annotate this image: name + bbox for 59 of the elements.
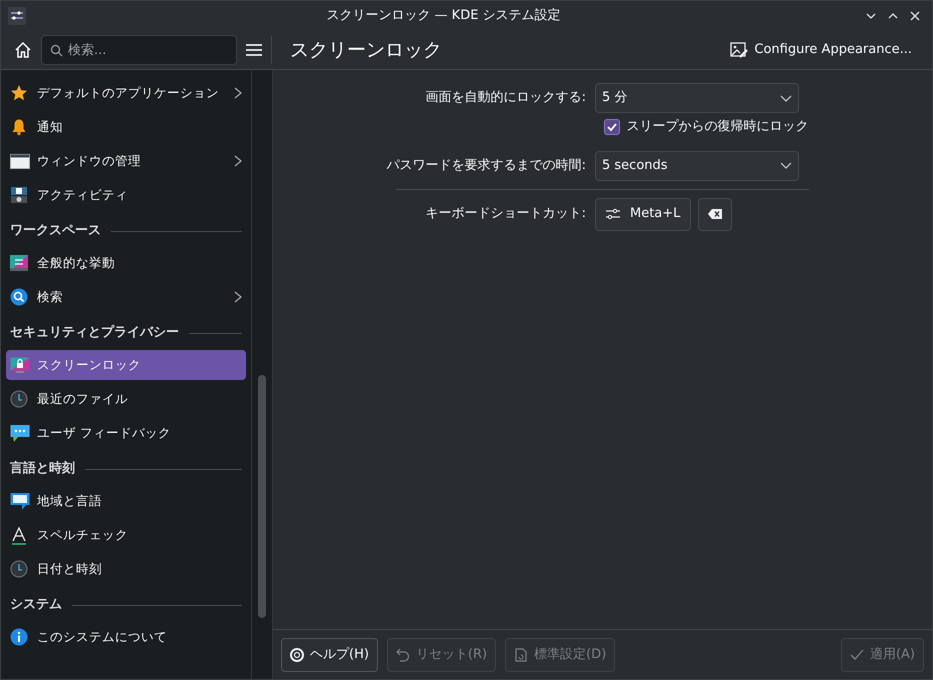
section-header: セキュリティとプライバシー	[10, 324, 179, 342]
home-icon[interactable]	[13, 40, 33, 60]
chevron-down-icon	[780, 94, 792, 102]
chevron-right-icon	[234, 291, 242, 303]
sidebar-item[interactable]: 通知	[6, 112, 246, 142]
sidebar-item[interactable]: アクティビティ	[6, 180, 246, 210]
chat-icon	[10, 424, 30, 442]
section-header: 言語と時刻	[10, 460, 75, 478]
page-title: スクリーンロック	[289, 38, 443, 63]
lock-after-wake-checkbox[interactable]: スリープからの復帰時にロック	[604, 117, 808, 136]
search-field[interactable]: 検索...	[41, 35, 237, 65]
check-icon	[607, 122, 617, 132]
configure-appearance-button[interactable]: Configure Appearance...	[724, 39, 918, 61]
section-header: ワークスペース	[10, 222, 101, 240]
sliders-icon	[10, 254, 30, 272]
sidebar-item[interactable]: 日付と時刻	[6, 554, 246, 584]
image-edit-icon	[730, 41, 748, 59]
field-label: パスワードを要求するまでの時間:	[386, 156, 587, 175]
sidebar-item[interactable]: スクリーンロック	[6, 350, 246, 380]
shortcut-button[interactable]: Meta+L	[595, 198, 692, 230]
clock-icon	[10, 390, 30, 408]
app-icon	[7, 6, 27, 26]
sidebar-item[interactable]: スペルチェック	[6, 520, 246, 550]
monitor-lock-icon	[10, 356, 30, 374]
search-icon	[50, 44, 63, 57]
sidebar-item[interactable]: ユーザ フィードバック	[6, 418, 246, 448]
sliders-icon	[606, 208, 620, 220]
window-icon	[10, 152, 30, 170]
sidebar-item[interactable]: 地域と言語	[6, 486, 246, 516]
speech-bubble-icon	[10, 492, 30, 510]
help-button[interactable]: ヘルプ(H)	[281, 638, 378, 672]
window-title: スクリーンロック — KDE システム設定	[325, 7, 562, 26]
undo-icon	[396, 648, 410, 662]
activity-icon	[10, 186, 30, 204]
clear-shortcut-button[interactable]	[698, 198, 732, 230]
field-label: キーボードショートカット:	[424, 205, 587, 224]
dropdown[interactable]: 5 seconds	[595, 150, 799, 180]
dropdown[interactable]: 5 分	[595, 83, 799, 113]
check-icon	[850, 648, 864, 662]
clock-icon	[10, 560, 30, 578]
section-header: システム	[10, 596, 62, 614]
sidebar-item[interactable]: 検索	[6, 282, 246, 312]
menu-icon[interactable]	[245, 43, 263, 57]
lifebuoy-icon	[290, 648, 304, 662]
chevron-right-icon	[234, 155, 242, 167]
field-label: 画面を自動的にロックする:	[424, 89, 587, 108]
sidebar-item[interactable]: このシステムについて	[6, 622, 246, 652]
close-icon[interactable]	[909, 10, 921, 22]
backspace-icon	[708, 209, 722, 219]
chevron-down-icon	[780, 162, 792, 169]
info-icon	[10, 628, 30, 646]
sidebar-item[interactable]: 最近のファイル	[6, 384, 246, 414]
sidebar-item[interactable]: 全般的な挙動	[6, 248, 246, 278]
sidebar-item[interactable]: ウィンドウの管理	[6, 146, 246, 176]
scrollbar-thumb[interactable]	[258, 375, 266, 618]
document-icon	[514, 648, 528, 662]
chevron-right-icon	[234, 87, 242, 99]
search-icon	[10, 288, 30, 306]
sidebar-item[interactable]: デフォルトのアプリケーション	[6, 78, 246, 108]
